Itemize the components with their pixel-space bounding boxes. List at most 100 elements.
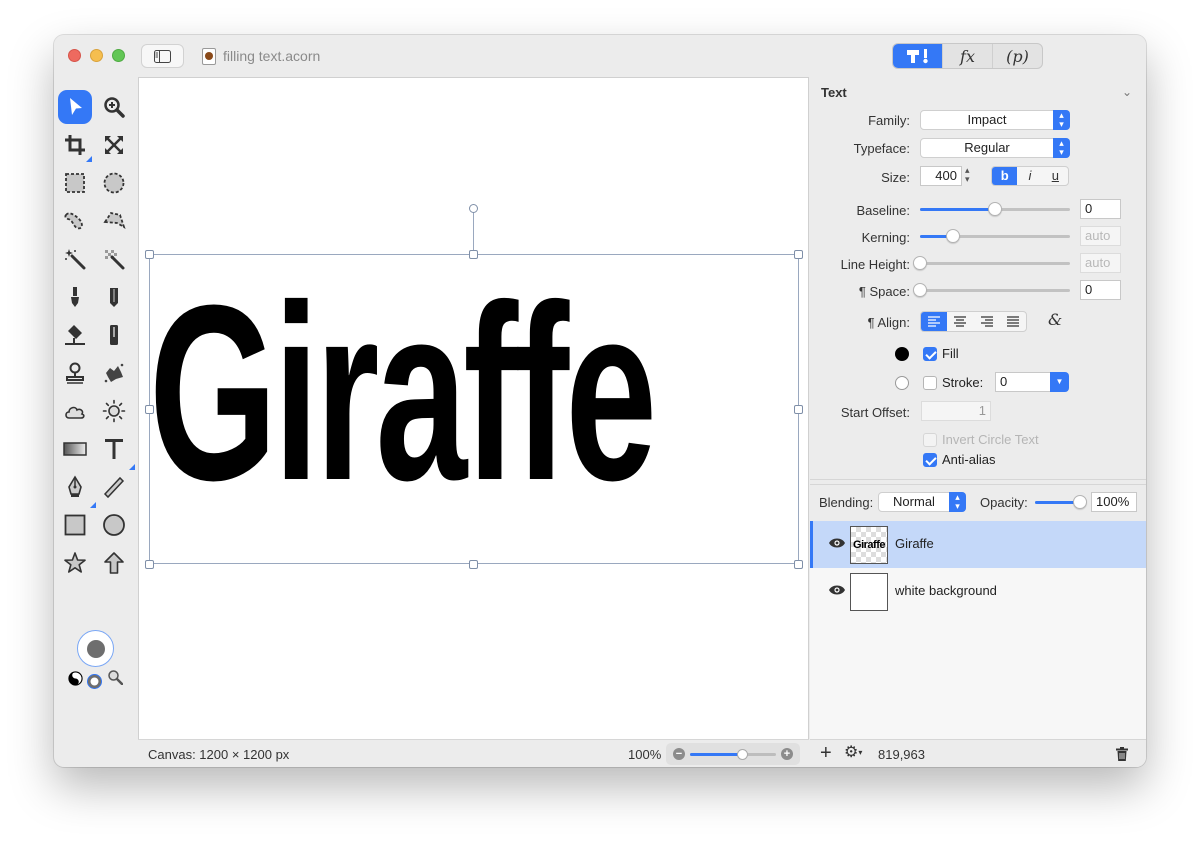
paragraph-space-slider[interactable] [913, 283, 1070, 297]
tab-effects[interactable]: fx [942, 44, 992, 68]
resize-handle-top[interactable] [469, 250, 478, 259]
bold-button[interactable]: b [992, 167, 1018, 185]
eye-icon[interactable] [828, 584, 846, 596]
minimize-window-button[interactable] [90, 49, 103, 62]
bezier-tool[interactable] [58, 470, 96, 508]
eye-icon[interactable] [828, 537, 846, 549]
ellipse-select-tool[interactable] [97, 166, 131, 200]
rect-select-tool[interactable] [58, 166, 92, 200]
eraser-tool[interactable] [97, 318, 131, 352]
layer-row[interactable]: white background [810, 568, 1146, 615]
resize-handle-left[interactable] [145, 405, 154, 414]
paragraph-space-field[interactable]: 0 [1080, 280, 1121, 300]
ampersand-glyphs-button[interactable]: & [1048, 310, 1062, 329]
sidebar-toggle-button[interactable] [141, 44, 184, 68]
layer-actions-button[interactable]: ⚙▾ [844, 744, 862, 762]
tab-properties[interactable]: (p) [992, 44, 1042, 68]
zoom-window-button[interactable] [112, 49, 125, 62]
stroke-checkbox[interactable] [923, 376, 937, 390]
smudge-tool[interactable] [97, 356, 131, 390]
italic-button[interactable]: i [1017, 167, 1042, 185]
transform-tool[interactable] [97, 128, 131, 162]
tab-tools[interactable] [893, 44, 942, 68]
invert-circle-text-checkbox[interactable] [923, 433, 937, 447]
trash-icon[interactable] [1116, 747, 1128, 761]
blending-mode-select[interactable]: Normal ▴ ▾ [878, 492, 966, 512]
fill-checkbox[interactable] [923, 347, 937, 361]
color-picker-magnifier-icon[interactable] [107, 669, 123, 685]
polygon-lasso-tool[interactable] [97, 204, 131, 238]
zoom-slider-knob[interactable] [736, 749, 748, 760]
zoom-in-button[interactable]: + [781, 748, 793, 760]
star-tool[interactable] [58, 546, 92, 580]
resize-handle-top-right[interactable] [794, 250, 803, 259]
slider-knob[interactable] [913, 256, 927, 270]
stroke-fill-toggle-icon[interactable] [87, 674, 102, 689]
canvas-area[interactable]: Giraffe [138, 77, 809, 739]
kerning-field[interactable]: auto [1080, 226, 1121, 246]
typeface-select[interactable]: Regular ▴ ▾ [920, 138, 1070, 158]
align-center-button[interactable] [947, 312, 973, 331]
rotation-handle[interactable] [469, 204, 478, 213]
underline-button[interactable]: u [1043, 167, 1068, 185]
lasso-tool[interactable] [58, 204, 92, 238]
layer-name[interactable]: Giraffe [895, 536, 934, 551]
yin-yang-icon[interactable] [68, 671, 83, 686]
resize-handle-top-left[interactable] [145, 250, 154, 259]
resize-handle-bottom[interactable] [469, 560, 478, 569]
gradient-tool[interactable] [58, 432, 92, 466]
resize-handle-bottom-right[interactable] [794, 560, 803, 569]
align-right-button[interactable] [974, 312, 1000, 331]
slider-knob[interactable] [1073, 495, 1087, 509]
fill-color-swatch[interactable] [895, 347, 909, 361]
chevron-down-icon[interactable]: ⌄ [1122, 85, 1132, 99]
resize-handle-right[interactable] [794, 405, 803, 414]
clone-tool[interactable] [58, 356, 92, 390]
line-height-field[interactable]: auto [1080, 253, 1121, 273]
pencil-tool[interactable] [97, 280, 131, 314]
add-layer-button[interactable]: + [820, 743, 832, 763]
align-left-button[interactable] [921, 312, 948, 331]
zoom-out-button[interactable]: − [673, 748, 685, 760]
stroke-width-field[interactable]: 0 [995, 372, 1051, 392]
shape-cloud-tool[interactable] [58, 394, 92, 428]
line-height-slider[interactable] [913, 256, 1070, 270]
baseline-slider[interactable] [920, 202, 1070, 216]
start-offset-field[interactable]: 1 [921, 401, 991, 421]
size-stepper[interactable]: ▴ ▾ [965, 166, 970, 184]
close-window-button[interactable] [68, 49, 81, 62]
zoom-tool[interactable] [97, 90, 131, 124]
text-tool[interactable] [97, 432, 135, 470]
instant-alpha-tool[interactable] [97, 242, 131, 276]
burn-dodge-tool[interactable] [97, 394, 131, 428]
stroke-width-dropdown[interactable]: ▼ [1050, 372, 1069, 392]
move-tool[interactable] [58, 90, 92, 124]
font-family-select[interactable]: Impact ▴ ▾ [920, 110, 1070, 130]
size-field[interactable]: 400 [920, 166, 962, 186]
opacity-slider[interactable] [1035, 495, 1087, 509]
opacity-field[interactable]: 100% [1091, 492, 1137, 512]
layer-row[interactable]: Giraffe Giraffe [810, 521, 1146, 568]
resize-handle-bottom-left[interactable] [145, 560, 154, 569]
arrow-tool[interactable] [97, 546, 131, 580]
zoom-slider[interactable] [690, 749, 776, 760]
crop-tool[interactable] [58, 128, 92, 162]
brush-tool[interactable] [58, 280, 92, 314]
layer-name[interactable]: white background [895, 583, 997, 598]
updown-chevron-icon: ▴ ▾ [1053, 138, 1070, 158]
oval-tool[interactable] [97, 508, 131, 542]
slider-knob[interactable] [913, 283, 927, 297]
antialias-checkbox[interactable] [923, 453, 937, 467]
rectangle-tool[interactable] [58, 508, 92, 542]
magic-wand-tool[interactable] [58, 242, 92, 276]
submenu-indicator [86, 156, 92, 162]
slider-knob[interactable] [988, 202, 1002, 216]
line-tool[interactable] [97, 470, 131, 504]
kerning-slider[interactable] [920, 229, 1070, 243]
paint-bucket-tool[interactable] [58, 318, 92, 352]
baseline-field[interactable]: 0 [1080, 199, 1121, 219]
slider-knob[interactable] [946, 229, 960, 243]
align-justify-button[interactable] [1000, 312, 1026, 331]
color-well[interactable] [77, 630, 114, 667]
stroke-color-swatch[interactable] [895, 376, 909, 390]
